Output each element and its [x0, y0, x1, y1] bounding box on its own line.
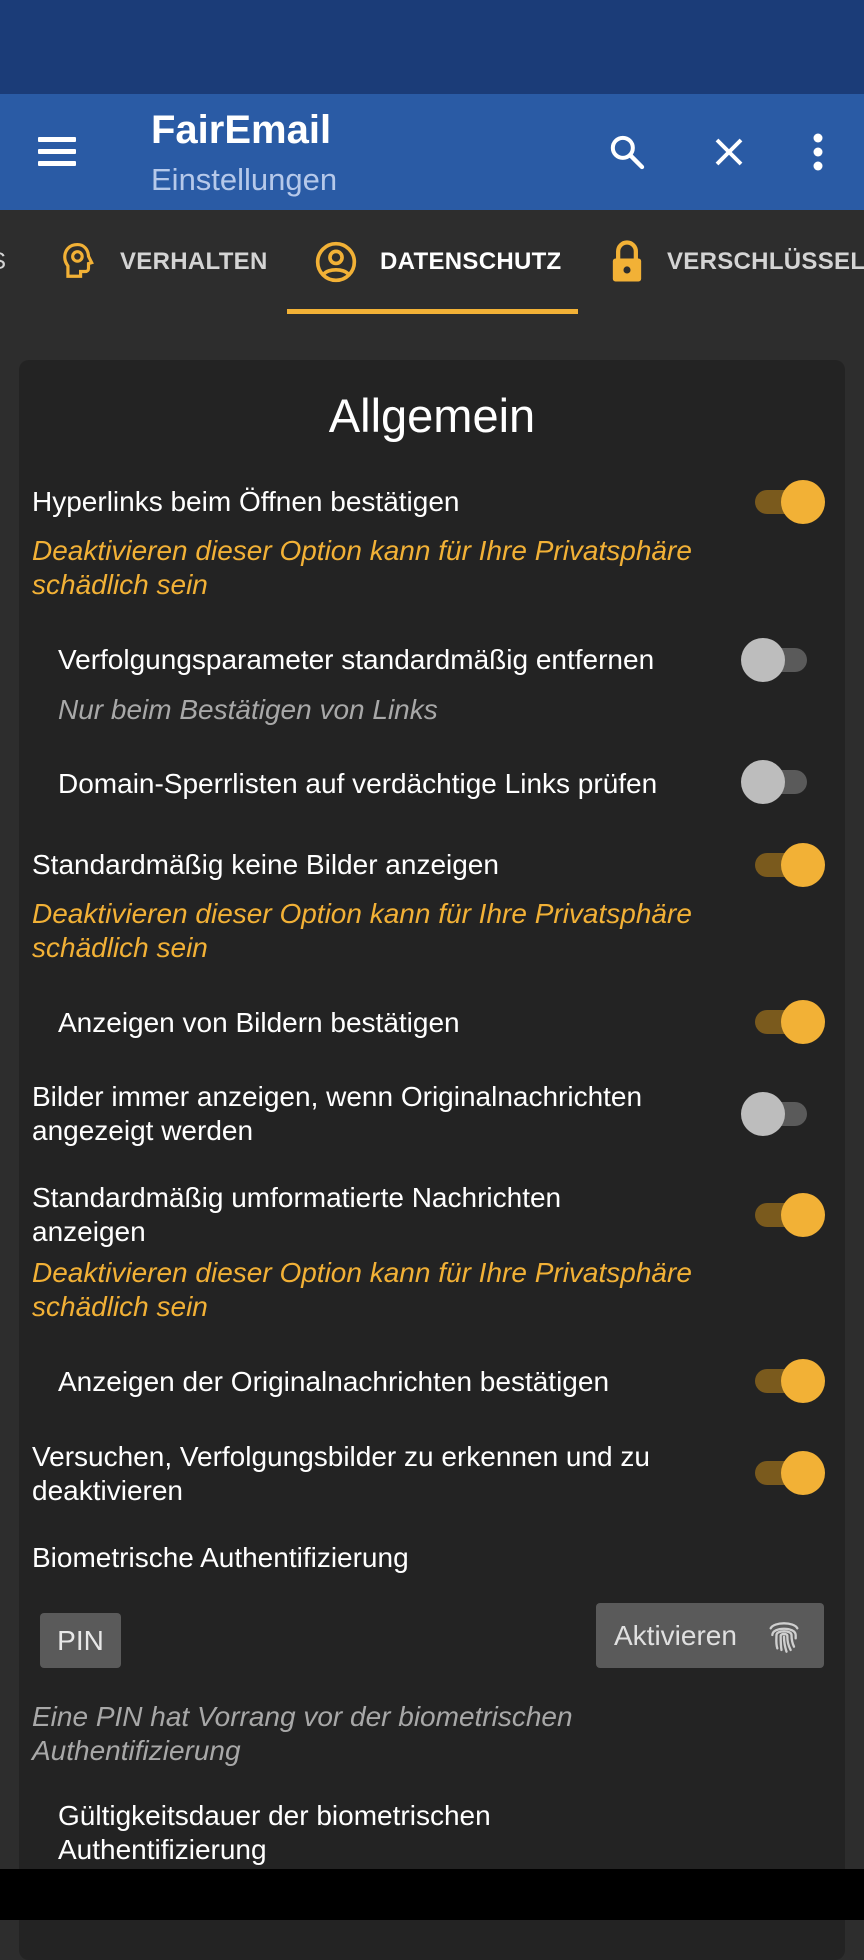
domain-blocklists-label: Domain-Sperrlisten auf verdächtige Links… [58, 768, 658, 799]
tracking-images-switch[interactable] [749, 1451, 825, 1495]
tab-bar: S VERHALTEN DATENSCHUTZ VERSCHLÜSSELU [0, 210, 864, 314]
remove-tracking-label: Verfolgungsparameter standardmäßig entfe… [58, 644, 655, 675]
close-icon[interactable] [701, 124, 757, 180]
activate-label: Aktivieren [614, 1619, 737, 1651]
section-title: Allgemein [328, 389, 536, 442]
account-circle-icon [315, 241, 357, 283]
always-images-label: Bilder immer anzeigen, wenn Originalnach… [32, 1081, 643, 1146]
tracking-images-label: Versuchen, Verfolgungsbilder zu erkennen… [32, 1441, 650, 1506]
always-images-switch[interactable] [741, 1092, 817, 1136]
no-images-warning: Deaktivieren dieser Option kann für Ihre… [32, 898, 692, 963]
tab-encryption-label: VERSCHLÜSSELU [667, 248, 864, 275]
activate-biometrics-button[interactable]: Aktivieren [596, 1603, 824, 1668]
confirm-links-switch[interactable] [749, 480, 825, 524]
biometrics-timeout-label[interactable]: Gültigkeitsdauer der biometrischen Authe… [58, 1799, 698, 1867]
head-gear-icon [63, 242, 94, 278]
tab-privacy[interactable]: DATENSCHUTZ [314, 210, 562, 314]
search-icon[interactable] [599, 124, 655, 180]
biometrics-label: Biometrische Authentifizierung [32, 1542, 409, 1573]
confirm-links-warning: Deaktivieren dieser Option kann für Ihre… [32, 535, 692, 600]
tab-behavior[interactable]: VERHALTEN [60, 210, 268, 314]
confirm-original-label: Anzeigen der Originalnachrichten bestäti… [58, 1366, 610, 1397]
more-vert-icon[interactable] [790, 124, 846, 180]
domain-blocklists-switch[interactable] [741, 760, 817, 804]
confirm-links-label: Hyperlinks beim Öffnen bestätigen [32, 486, 460, 517]
tab-behavior-label: VERHALTEN [120, 248, 268, 275]
tab-privacy-label: DATENSCHUTZ [380, 248, 562, 275]
navigation-bar [0, 1869, 864, 1920]
app-subtitle: Einstellungen [151, 162, 338, 197]
remove-tracking-switch[interactable] [741, 638, 817, 682]
pin-button[interactable]: PIN [40, 1613, 121, 1668]
remove-tracking-hint: Nur beim Bestätigen von Links [58, 694, 438, 725]
tab-indicator [287, 309, 578, 314]
tab-partial[interactable]: S [0, 248, 6, 276]
no-images-label: Standardmäßig keine Bilder anzeigen [32, 849, 499, 880]
status-bar [0, 0, 864, 94]
confirm-original-switch[interactable] [749, 1359, 825, 1403]
reformatted-warning: Deaktivieren dieser Option kann für Ihre… [32, 1257, 692, 1322]
confirm-images-switch[interactable] [749, 1000, 825, 1044]
fingerprint-icon [769, 1622, 799, 1653]
reformatted-switch[interactable] [749, 1193, 825, 1237]
app-bar: FairEmail Einstellungen [0, 94, 864, 210]
reformatted-label: Standardmäßig umformatierte Nachrichten … [32, 1182, 562, 1247]
confirm-images-label: Anzeigen von Bildern bestätigen [58, 1007, 460, 1038]
pin-hint: Eine PIN hat Vorrang vor der biometrisch… [32, 1701, 573, 1766]
app-title: FairEmail [151, 108, 332, 152]
no-images-switch[interactable] [749, 843, 825, 887]
hamburger-menu-icon[interactable] [28, 128, 78, 174]
tab-encryption[interactable]: VERSCHLÜSSELU [609, 210, 864, 314]
lock-icon [612, 240, 642, 282]
